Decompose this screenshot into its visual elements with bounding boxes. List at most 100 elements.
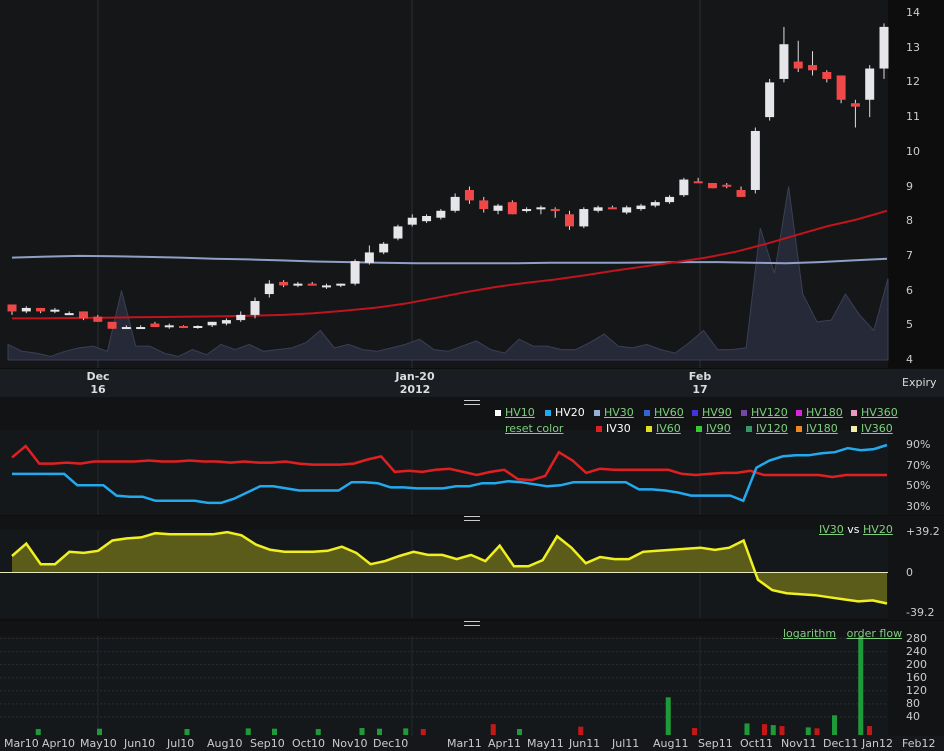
legend-iv180[interactable]: IV180 xyxy=(796,422,838,435)
legend-label[interactable]: reset color xyxy=(505,422,563,435)
candle-body xyxy=(793,61,803,69)
volume-bar xyxy=(832,715,837,735)
legend-label[interactable]: HV30 xyxy=(604,406,634,419)
candle-body xyxy=(765,82,775,118)
candle-body xyxy=(822,71,832,79)
month-label: Dec11 xyxy=(823,737,859,750)
order-flow-link[interactable]: order flow xyxy=(847,627,902,640)
legend-swatch xyxy=(646,426,652,432)
volume-bar xyxy=(744,723,750,735)
legend-label[interactable]: HV60 xyxy=(654,406,684,419)
candle-body xyxy=(78,311,88,319)
month-label: Mar10 xyxy=(4,737,39,750)
volume-bar xyxy=(490,724,496,735)
resize-handle-2[interactable] xyxy=(464,516,480,521)
legend-hv120[interactable]: HV120 xyxy=(741,406,788,419)
candle-body xyxy=(693,181,703,184)
legend-iv120[interactable]: IV120 xyxy=(746,422,788,435)
month-label: Aug11 xyxy=(653,737,689,750)
legend-label[interactable]: IV180 xyxy=(806,422,838,435)
candle-body xyxy=(665,196,675,203)
legend-swatch xyxy=(594,410,600,416)
volume-bar xyxy=(359,728,365,735)
volume-bar xyxy=(97,728,102,735)
spread-title: IV30 vs HV20 xyxy=(819,523,893,536)
legend-swatch xyxy=(851,410,857,416)
volume-plot-bg xyxy=(0,636,888,736)
legend-hv180[interactable]: HV180 xyxy=(796,406,843,419)
iv30-link[interactable]: IV30 xyxy=(819,523,844,536)
candle-body xyxy=(808,65,818,71)
volume-bar xyxy=(517,729,522,735)
candle-body xyxy=(179,325,189,328)
candle-body xyxy=(193,325,203,328)
volume-tick: 280 xyxy=(906,631,927,645)
candle-body xyxy=(522,209,532,212)
candle-body xyxy=(736,189,746,197)
legend-hv30[interactable]: HV30 xyxy=(594,406,634,419)
volume-bar xyxy=(35,729,41,735)
candle-body xyxy=(221,320,231,324)
candle-body xyxy=(879,26,889,69)
legend-label[interactable]: IV90 xyxy=(706,422,731,435)
month-label: Dec10 xyxy=(373,737,409,750)
candle-body xyxy=(236,314,246,321)
candle-body xyxy=(36,307,46,312)
candle-body xyxy=(21,307,31,312)
legend-hv360[interactable]: HV360 xyxy=(851,406,898,419)
candle-body xyxy=(379,243,389,253)
vol-tick: 70% xyxy=(906,458,931,472)
logarithm-link[interactable]: logarithm xyxy=(783,627,836,640)
candle-body xyxy=(622,207,632,213)
volume-bar xyxy=(272,728,277,735)
month-label: Nov10 xyxy=(332,737,368,750)
vol-tick: 50% xyxy=(906,479,931,493)
legend-label[interactable]: IV360 xyxy=(861,422,893,435)
candle-body xyxy=(93,316,103,322)
vol-tick: 90% xyxy=(906,438,931,451)
legend-label[interactable]: HV10 xyxy=(505,406,535,419)
x-label-feb: Feb 17 xyxy=(688,370,712,396)
spread-tick: 0 xyxy=(906,565,913,579)
candle-body xyxy=(307,283,317,286)
legend-iv60[interactable]: IV60 xyxy=(646,422,681,435)
candle-body xyxy=(364,252,374,263)
legend-iv90[interactable]: IV90 xyxy=(696,422,731,435)
price-tick: 6 xyxy=(906,283,913,297)
candle-body xyxy=(50,309,60,312)
resize-handle-3[interactable] xyxy=(464,621,480,626)
legend-hv90[interactable]: HV90 xyxy=(692,406,732,419)
candle-body xyxy=(707,183,717,189)
candle-body xyxy=(121,327,131,330)
candle-body xyxy=(422,215,432,222)
volume-tick: 240 xyxy=(906,644,927,658)
legend-label[interactable]: HV90 xyxy=(702,406,732,419)
volume-bar xyxy=(867,726,872,735)
legend-reset-color[interactable]: reset color xyxy=(505,422,563,435)
hv20-link[interactable]: HV20 xyxy=(863,523,893,536)
legend-hv60[interactable]: HV60 xyxy=(644,406,684,419)
volume-bar xyxy=(805,727,811,735)
candle-body xyxy=(336,283,346,286)
legend-label[interactable]: IV120 xyxy=(756,422,788,435)
price-tick: 14 xyxy=(906,6,920,19)
volume-bar xyxy=(184,729,190,735)
legend-label[interactable]: HV360 xyxy=(861,406,898,419)
legend-label[interactable]: HV120 xyxy=(751,406,788,419)
legend-label[interactable]: IV60 xyxy=(656,422,681,435)
resize-handle-1[interactable] xyxy=(464,400,480,405)
legend-swatch xyxy=(746,426,752,432)
volume-controls: logarithm order flow xyxy=(783,627,902,640)
legend-swatch xyxy=(545,410,551,416)
month-label: Jun11 xyxy=(569,737,601,750)
month-label: Jul10 xyxy=(167,737,195,750)
month-label: Apr10 xyxy=(42,737,76,750)
price-tick: 9 xyxy=(906,179,913,193)
legend-iv360[interactable]: IV360 xyxy=(851,422,893,435)
candle-body xyxy=(607,207,617,210)
legend-label[interactable]: HV180 xyxy=(806,406,843,419)
candle-body xyxy=(679,179,689,196)
legend-hv10[interactable]: HV10 xyxy=(495,406,535,419)
volume-bar xyxy=(692,728,697,735)
volume-bar xyxy=(762,724,767,735)
